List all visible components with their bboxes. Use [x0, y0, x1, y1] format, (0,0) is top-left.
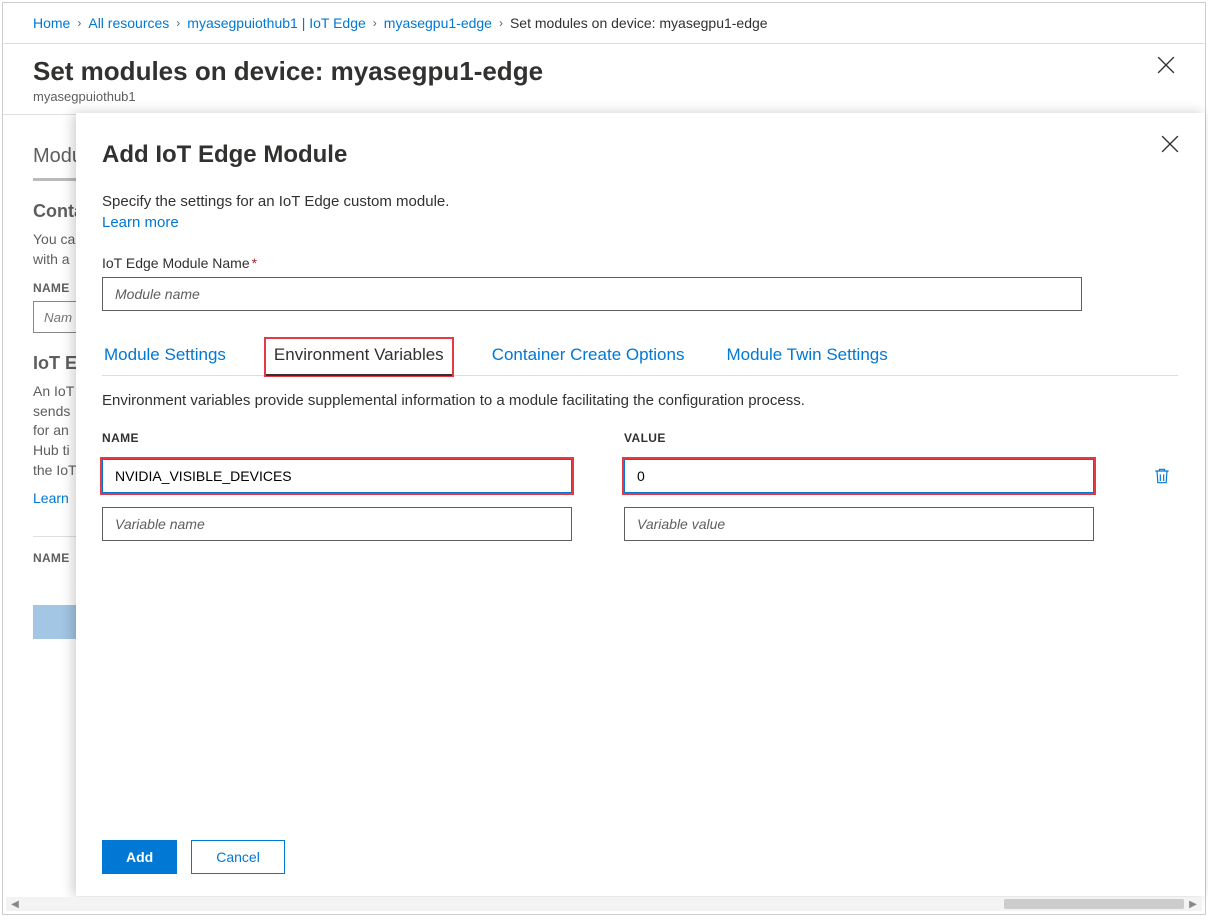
tab-module-twin-settings[interactable]: Module Twin Settings — [724, 339, 889, 375]
chevron-right-icon: › — [176, 16, 180, 30]
scrollbar-thumb[interactable] — [1004, 899, 1184, 909]
scroll-right-icon[interactable]: ▶ — [1186, 899, 1200, 910]
page-header: Set modules on device: myasegpu1-edge my… — [3, 44, 1205, 115]
breadcrumb-device[interactable]: myasegpu1-edge — [384, 15, 492, 31]
chevron-right-icon: › — [499, 16, 503, 30]
col-header-value: VALUE — [624, 431, 1094, 445]
breadcrumb: Home › All resources › myasegpuiothub1 |… — [3, 3, 1205, 44]
breadcrumb-current: Set modules on device: myasegpu1-edge — [510, 15, 768, 31]
env-row-new — [102, 507, 1178, 541]
panel-close-button[interactable] — [1161, 135, 1179, 156]
close-icon — [1161, 135, 1179, 153]
add-button[interactable]: Add — [102, 840, 177, 874]
scroll-left-icon[interactable]: ◀ — [8, 899, 22, 910]
env-name-input-new[interactable] — [102, 507, 572, 541]
horizontal-scrollbar[interactable]: ◀ ▶ — [6, 897, 1202, 911]
env-row-0 — [102, 459, 1178, 493]
module-name-label: IoT Edge Module Name* — [102, 255, 1179, 271]
learn-more-link[interactable]: Learn more — [102, 214, 1179, 231]
close-icon[interactable] — [1157, 56, 1175, 74]
module-name-input[interactable] — [102, 277, 1082, 311]
panel-title: Add IoT Edge Module — [102, 141, 1179, 169]
page-subtitle: myasegpuiothub1 — [33, 89, 543, 104]
cancel-button[interactable]: Cancel — [191, 840, 285, 874]
bg-learn-link[interactable]: Learn — [33, 490, 69, 506]
tab-module-settings[interactable]: Module Settings — [102, 339, 228, 375]
tab-environment-variables[interactable]: Environment Variables — [266, 339, 452, 375]
breadcrumb-home[interactable]: Home — [33, 15, 70, 31]
chevron-right-icon: › — [373, 16, 377, 30]
panel-description: Specify the settings for an IoT Edge cus… — [102, 193, 1179, 210]
add-module-panel: Add IoT Edge Module Specify the settings… — [76, 113, 1205, 896]
breadcrumb-hub[interactable]: myasegpuiothub1 | IoT Edge — [187, 15, 366, 31]
breadcrumb-all-resources[interactable]: All resources — [88, 15, 169, 31]
env-value-input-new[interactable] — [624, 507, 1094, 541]
panel-tabs: Module Settings Environment Variables Co… — [102, 339, 1178, 376]
env-value-input-0[interactable] — [624, 459, 1094, 493]
env-name-input-0[interactable] — [102, 459, 572, 493]
delete-icon[interactable] — [1152, 466, 1172, 486]
tab-container-create-options[interactable]: Container Create Options — [490, 339, 687, 375]
chevron-right-icon: › — [77, 16, 81, 30]
env-tab-description: Environment variables provide supplement… — [102, 392, 1178, 409]
col-header-name: NAME — [102, 431, 572, 445]
page-title: Set modules on device: myasegpu1-edge — [33, 56, 543, 87]
